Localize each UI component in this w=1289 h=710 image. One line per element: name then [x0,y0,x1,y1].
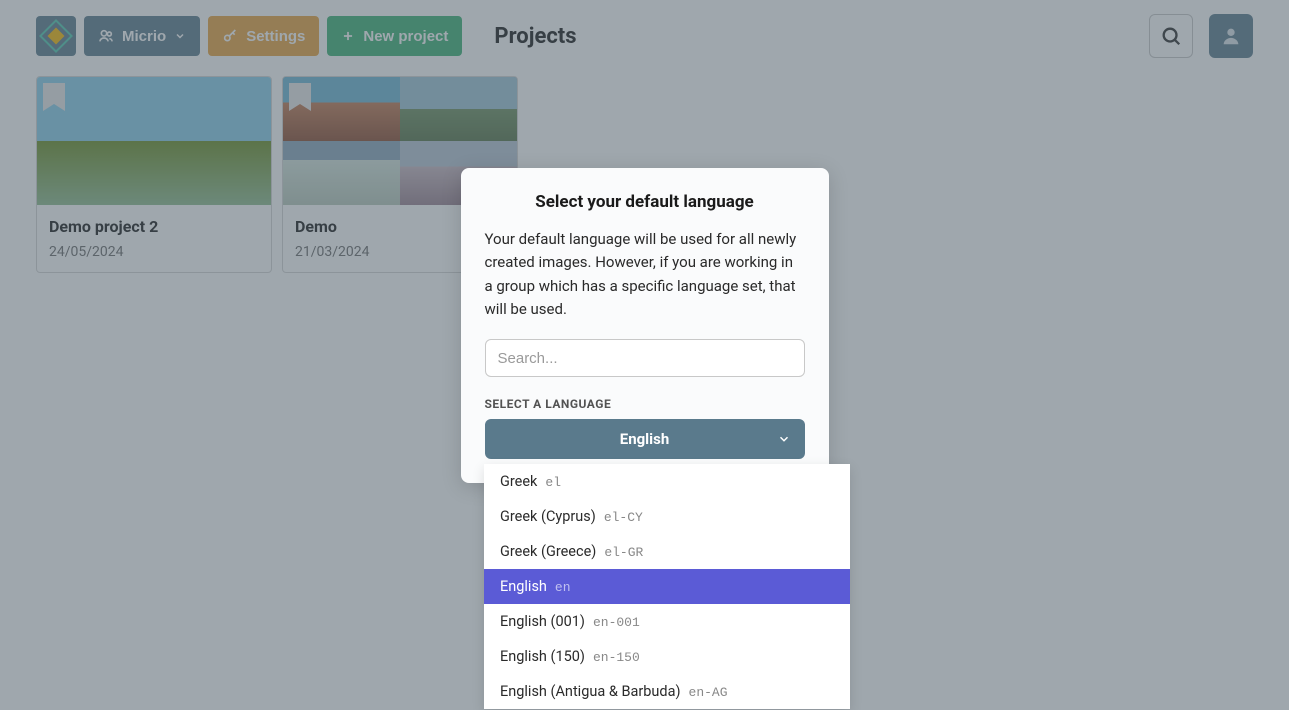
modal-description: Your default language will be used for a… [485,228,805,321]
language-code: en-001 [593,615,640,630]
language-name: Greek [500,473,537,490]
language-select[interactable]: English [485,419,805,459]
language-search-input[interactable] [485,339,805,377]
language-option[interactable]: Greek (Cyprus) el-CY [484,499,850,534]
language-dropdown[interactable]: Greekel Greek (Cyprus) el-CY Greek (Greece)… [484,464,850,709]
language-name: English (Antigua & Barbuda) [500,683,681,700]
language-code: en [555,580,571,595]
language-name: English (150) [500,648,585,665]
modal-title: Select your default language [485,192,805,212]
language-option[interactable]: Greekel [484,464,850,499]
select-label: SELECT A LANGUAGE [485,397,805,411]
chevron-down-icon [777,432,791,446]
language-name: Greek (Greece) [500,543,596,560]
language-option[interactable]: English (001) en-001 [484,604,850,639]
language-code: el-CY [604,510,643,525]
language-modal: Select your default language Your defaul… [461,168,829,483]
language-code: en-150 [593,650,640,665]
language-code: el-GR [604,545,643,560]
language-option[interactable]: English (150) en-150 [484,639,850,674]
language-code: en-AG [689,685,728,700]
language-option[interactable]: English (Antigua & Barbuda) en-AG [484,674,850,709]
language-option[interactable]: English en [484,569,850,604]
language-code: el [545,475,561,490]
language-name: English (001) [500,613,585,630]
selected-language: English [620,430,669,448]
language-option[interactable]: Greek (Greece) el-GR [484,534,850,569]
language-name: Greek (Cyprus) [500,508,596,525]
language-name: English [500,578,547,595]
